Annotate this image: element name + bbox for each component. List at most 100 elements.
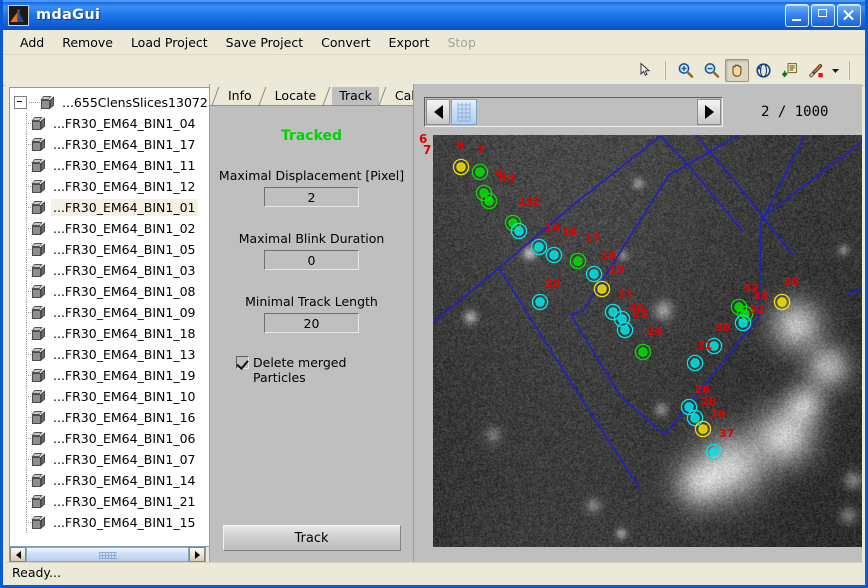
tree-item-12[interactable]: ...FR30_EM64_BIN1_19 [10, 365, 209, 386]
particle-id-label: 22 [633, 307, 648, 320]
brush-data-icon[interactable] [803, 59, 827, 82]
tree-collapse-icon[interactable] [14, 96, 27, 109]
tree-item-label: ...FR30_EM64_BIN1_13 [51, 346, 198, 363]
scroll-left-arrow-icon[interactable] [10, 547, 26, 562]
particle-id-label: 30 [715, 321, 731, 334]
window-controls [785, 4, 863, 27]
maximal-displacement-label: Maximal Displacement [Pixel] [219, 168, 404, 183]
main-content: ...655ClensSlices130723/...FR30_EM64_BIN… [6, 84, 862, 563]
tree-item-15[interactable]: ...FR30_EM64_BIN1_06 [10, 428, 209, 449]
tree-scroll-thumb[interactable] [26, 547, 189, 562]
tree-item-label: ...FR30_EM64_BIN1_14 [51, 472, 198, 489]
tab-track[interactable]: Track [332, 87, 379, 105]
maximize-button[interactable] [811, 4, 835, 27]
dataset-cube-icon [32, 516, 46, 530]
tree-item-11[interactable]: ...FR30_EM64_BIN1_13 [10, 344, 209, 365]
tree-item-label: ...FR30_EM64_BIN1_07 [51, 451, 198, 468]
brush-dropdown-arrow-icon[interactable] [829, 59, 842, 82]
tree-item-19[interactable]: ...FR30_EM64_BIN1_15 [10, 512, 209, 533]
frame-prev-arrow-icon[interactable] [426, 99, 450, 125]
tree-item-7[interactable]: ...FR30_EM64_BIN1_03 [10, 260, 209, 281]
delete-merged-particles-row[interactable]: Delete merged Particles [236, 355, 363, 385]
minimal-track-length-input[interactable]: 20 [264, 313, 359, 333]
tab-strip: Info Locate Track Calibrate [210, 84, 413, 105]
pointer-icon[interactable] [634, 59, 658, 82]
tree-item-8[interactable]: ...FR30_EM64_BIN1_08 [10, 281, 209, 302]
dataset-cube-icon [32, 348, 46, 362]
frame-slider-thumb[interactable] [451, 99, 477, 125]
frame-slider-track[interactable] [451, 99, 696, 125]
window-title: mdaGui [36, 7, 100, 23]
particle-marker: 20 [532, 277, 560, 310]
tree-item-13[interactable]: ...FR30_EM64_BIN1_10 [10, 386, 209, 407]
particle-id-label: 18 [601, 249, 616, 262]
tab-locate[interactable]: Locate [268, 87, 324, 105]
tree-item-2[interactable]: ...FR30_EM64_BIN1_11 [10, 155, 209, 176]
tree-horizontal-scrollbar[interactable] [9, 547, 206, 563]
maximal-blink-duration-input[interactable]: 0 [264, 250, 359, 270]
tree-item-17[interactable]: ...FR30_EM64_BIN1_14 [10, 470, 209, 491]
menu-save-project[interactable]: Save Project [217, 33, 312, 52]
scroll-right-arrow-icon[interactable] [189, 547, 205, 562]
tree-item-10[interactable]: ...FR30_EM64_BIN1_18 [10, 323, 209, 344]
menu-export[interactable]: Export [380, 33, 439, 52]
rotate-3d-icon[interactable] [751, 59, 775, 82]
delete-merged-particles-checkbox[interactable] [236, 356, 249, 369]
tree-item-14[interactable]: ...FR30_EM64_BIN1_16 [10, 407, 209, 428]
edge-label-7: 7 [423, 143, 431, 157]
tree-root-item[interactable]: ...655ClensSlices130723/ [10, 92, 209, 113]
tree-item-18[interactable]: ...FR30_EM64_BIN1_21 [10, 491, 209, 512]
particle-id-label: 2 [532, 195, 540, 208]
tree-item-label: ...FR30_EM64_BIN1_01 [51, 199, 198, 216]
frame-next-arrow-icon[interactable] [697, 99, 721, 125]
toolbar [3, 55, 865, 86]
particle-id-label: 35 [784, 275, 799, 288]
tree-item-4[interactable]: ...FR30_EM64_BIN1_01 [10, 197, 209, 218]
tree-item-9[interactable]: ...FR30_EM64_BIN1_09 [10, 302, 209, 323]
app-window: mdaGui Add Remove Load Project Save Proj… [0, 0, 868, 588]
zoom-in-icon[interactable] [673, 59, 697, 82]
maximal-displacement-input[interactable]: 2 [264, 187, 359, 207]
tree-item-label: ...FR30_EM64_BIN1_09 [51, 304, 198, 321]
dataset-cube-icon [32, 432, 46, 446]
matlab-logo-icon [8, 5, 29, 26]
pan-hand-icon[interactable] [725, 59, 749, 82]
particle-id-label: 21 [618, 288, 633, 301]
tree-item-label: ...FR30_EM64_BIN1_02 [51, 220, 198, 237]
dataset-cube-icon [32, 243, 46, 257]
particle-id-label: 19 [609, 263, 624, 276]
particle-id-label: 16 [562, 225, 578, 238]
tree-item-label: ...FR30_EM64_BIN1_08 [51, 283, 198, 300]
menu-add[interactable]: Add [11, 33, 53, 52]
menu-stop: Stop [438, 33, 484, 52]
project-tree-panel: ...655ClensSlices130723/...FR30_EM64_BIN… [6, 84, 209, 563]
menu-load-project[interactable]: Load Project [122, 33, 217, 52]
tree-item-0[interactable]: ...FR30_EM64_BIN1_04 [10, 113, 209, 134]
tree-item-6[interactable]: ...FR30_EM64_BIN1_05 [10, 239, 209, 260]
particle-id-label: 14 [545, 221, 561, 234]
dataset-cube-icon [32, 369, 46, 383]
microscopy-axes[interactable]: 6744413214161718192021402224333435323031… [433, 135, 862, 547]
dataset-cube-icon [32, 180, 46, 194]
tree-item-16[interactable]: ...FR30_EM64_BIN1_07 [10, 449, 209, 470]
tree-item-5[interactable]: ...FR30_EM64_BIN1_02 [10, 218, 209, 239]
zoom-out-icon[interactable] [699, 59, 723, 82]
tab-info[interactable]: Info [221, 87, 259, 105]
close-button[interactable] [837, 4, 861, 27]
particle-id-label: 24 [647, 325, 663, 338]
particle-id-label: 6 [457, 139, 465, 152]
tree-item-1[interactable]: ...FR30_EM64_BIN1_17 [10, 134, 209, 155]
dataset-cube-icon [32, 411, 46, 425]
track-button[interactable]: Track [223, 525, 401, 551]
particle-id-label: 44 [500, 172, 516, 185]
minimize-button[interactable] [785, 4, 809, 27]
frame-slider[interactable] [424, 97, 723, 127]
insert-legend-icon[interactable] [777, 59, 801, 82]
tree-item-3[interactable]: ...FR30_EM64_BIN1_12 [10, 176, 209, 197]
tree-item-label: ...FR30_EM64_BIN1_18 [51, 325, 198, 342]
menu-remove[interactable]: Remove [53, 33, 122, 52]
maximal-blink-duration-label: Maximal Blink Duration [239, 231, 385, 246]
tree-scroll-track[interactable] [26, 547, 189, 562]
menu-convert[interactable]: Convert [312, 33, 379, 52]
project-tree[interactable]: ...655ClensSlices130723/...FR30_EM64_BIN… [9, 87, 209, 547]
